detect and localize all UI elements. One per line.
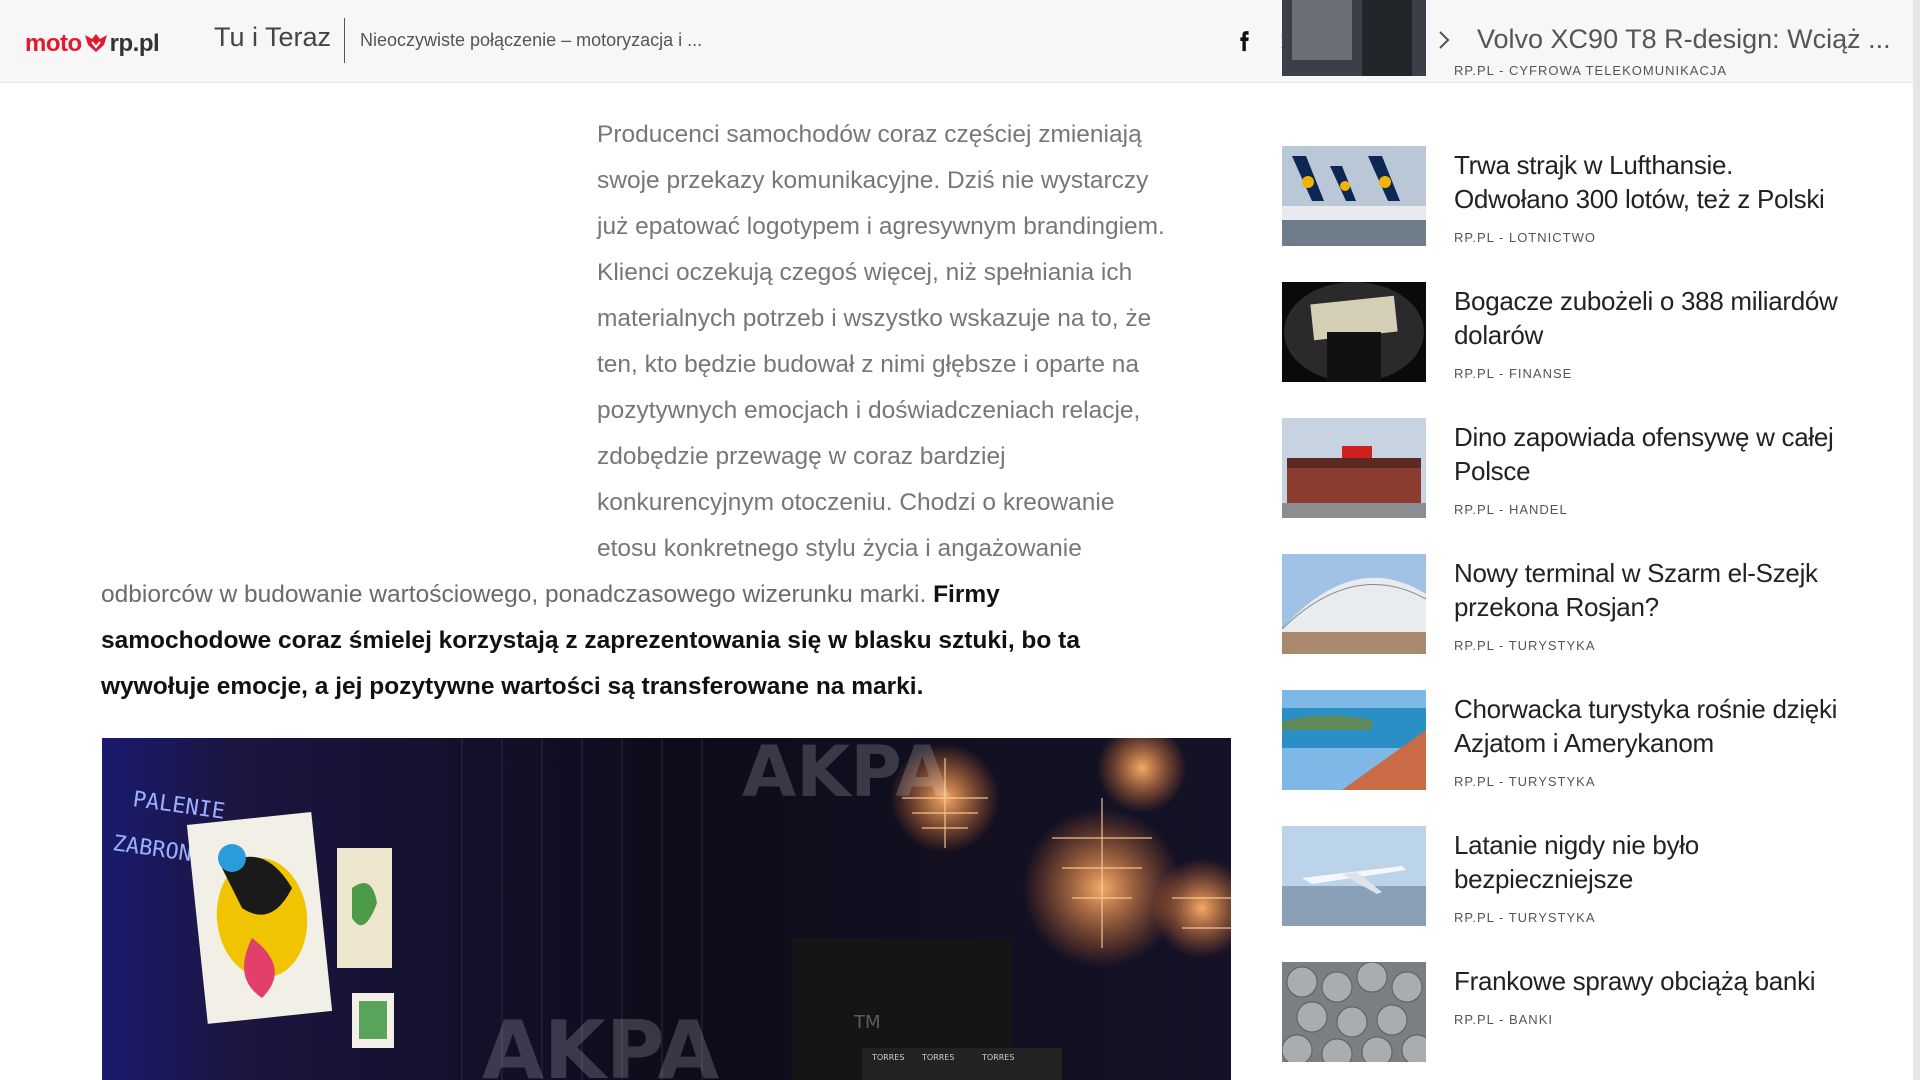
related-article-title[interactable]: Bogacze zubożeli o 388 miliardów dolarów <box>1454 284 1844 352</box>
related-article-title[interactable]: Chorwacka turystyka rośnie dzięki Azjato… <box>1454 692 1844 760</box>
related-article-thumbnail[interactable] <box>1282 826 1426 926</box>
related-article-thumbnail[interactable] <box>1282 146 1426 246</box>
divider <box>344 18 345 63</box>
related-article-item[interactable]: Dino zapowiada ofensywę w całej Polsce RP… <box>1282 418 1842 554</box>
logo-part-moto: moto <box>25 30 82 57</box>
svg-text:AKPA: AKPA <box>482 1004 719 1080</box>
related-article-item[interactable]: RP.PL - CYFROWA TELEKOMUNIKACJA <box>1282 0 1842 106</box>
article-body: Producenci samochodów coraz częściej zmi… <box>101 112 1231 710</box>
related-article-category[interactable]: RP.PL - BANKI <box>1454 1012 1553 1027</box>
svg-text:TORRES: TORRES <box>871 1053 904 1062</box>
related-article-thumbnail[interactable] <box>1282 0 1426 76</box>
related-article-title[interactable]: Latanie nigdy nie było bezpieczniejsze <box>1454 828 1844 896</box>
related-article-category[interactable]: RP.PL - TURYSTYKA <box>1454 638 1596 653</box>
related-article-category[interactable]: RP.PL - HANDEL <box>1454 502 1568 517</box>
svg-text:TORRES: TORRES <box>921 1053 954 1062</box>
related-article-item[interactable]: Chorwacka turystyka rośnie dzięki Azjato… <box>1282 690 1842 826</box>
related-article-item[interactable]: Bogacze zubożeli o 388 miliardów dolarów… <box>1282 282 1842 418</box>
related-article-category[interactable]: RP.PL - CYFROWA TELEKOMUNIKACJA <box>1454 63 1727 78</box>
site-logo[interactable]: moto rp.pl <box>25 27 160 58</box>
related-article-category[interactable]: RP.PL - LOTNICTWO <box>1454 230 1596 245</box>
related-article-title[interactable]: Dino zapowiada ofensywę w całej Polsce <box>1454 420 1844 488</box>
related-article-item[interactable]: Latanie nigdy nie było bezpieczniejsze RP… <box>1282 826 1842 962</box>
article-paragraph-continued: odbiorców w budowanie wartościowego, pon… <box>101 572 1111 710</box>
related-article-item[interactable]: Trwa strajk w Lufthansie. Odwołano 300 l… <box>1282 146 1842 282</box>
inline-ad-space <box>101 112 597 572</box>
related-article-item[interactable]: Nowy terminal w Szarm el-Szejk przekona … <box>1282 554 1842 690</box>
article-hero-image[interactable]: PALENIE ZABRONIONE TORRES TORRES TORRES AK… <box>102 738 1231 1080</box>
svg-text:AKPA: AKPA <box>742 738 949 813</box>
related-article-category[interactable]: RP.PL - TURYSTYKA <box>1454 910 1596 925</box>
facebook-icon <box>1240 31 1249 52</box>
svg-text:TM: TM <box>853 1012 881 1033</box>
related-article-item[interactable]: Frankowe sprawy obciążą banki RP.PL - BAN… <box>1282 962 1842 1080</box>
related-article-thumbnail[interactable] <box>1282 962 1426 1062</box>
related-article-title[interactable]: Trwa strajk w Lufthansie. Odwołano 300 l… <box>1454 148 1844 216</box>
related-article-thumbnail[interactable] <box>1282 282 1426 382</box>
logo-eagle-icon <box>84 34 107 52</box>
current-article-title: Nieoczywiste połączenie – motoryzacja i … <box>360 30 703 50</box>
gallery-photo: PALENIE ZABRONIONE TORRES TORRES TORRES AK… <box>102 738 1231 1080</box>
related-article-thumbnail[interactable] <box>1282 418 1426 518</box>
related-article-title[interactable]: Frankowe sprawy obciążą banki <box>1454 964 1844 998</box>
related-articles-sidebar: RP.PL - CYFROWA TELEKOMUNIKACJA Trwa stra… <box>1282 0 1842 1080</box>
related-article-thumbnail[interactable] <box>1282 690 1426 790</box>
logo-part-rp: rp.pl <box>109 30 160 57</box>
svg-text:TORRES: TORRES <box>981 1053 1014 1062</box>
related-article-category[interactable]: RP.PL - FINANSE <box>1454 366 1572 381</box>
section-link[interactable]: Tu i Teraz <box>214 22 331 53</box>
facebook-share-button[interactable] <box>1227 24 1261 58</box>
related-article-title[interactable]: Nowy terminal w Szarm el-Szejk przekona … <box>1454 556 1844 624</box>
article-text-normal: odbiorców w budowanie wartościowego, pon… <box>101 581 927 608</box>
page-scrollbar[interactable] <box>1913 0 1920 1080</box>
related-article-category[interactable]: RP.PL - TURYSTYKA <box>1454 774 1596 789</box>
related-article-thumbnail[interactable] <box>1282 554 1426 654</box>
